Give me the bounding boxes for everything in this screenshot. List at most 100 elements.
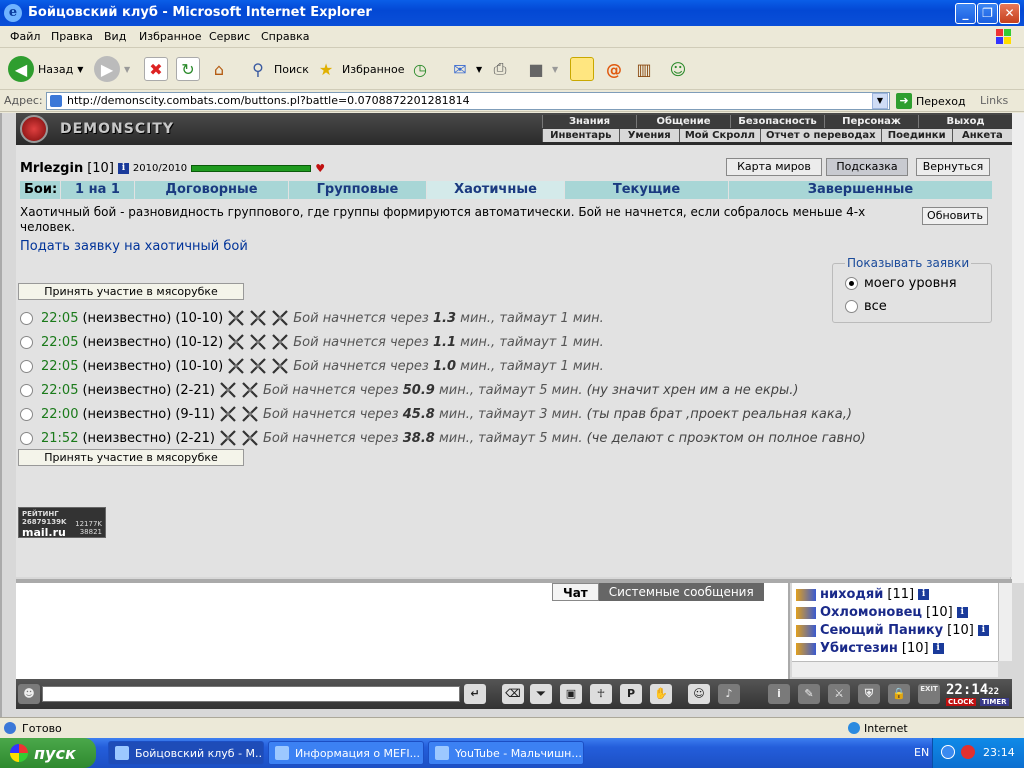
bout-radio[interactable]: [20, 335, 33, 349]
menu-view[interactable]: Вид: [104, 30, 126, 43]
userlist-hscrollbar[interactable]: [792, 661, 998, 677]
option-all[interactable]: все: [845, 299, 887, 314]
player-nick[interactable]: Mrlezgin: [20, 161, 83, 176]
home-button[interactable]: ⌂: [207, 55, 231, 83]
tab-current[interactable]: Текущие: [564, 181, 728, 199]
join-meatgrinder-button-top[interactable]: Принять участие в мясорубке: [18, 283, 244, 300]
user-name[interactable]: Сеющий Панику: [820, 623, 943, 638]
nav-inventory[interactable]: Инвентарь: [542, 129, 619, 142]
user-action-icon[interactable]: [796, 588, 816, 601]
favorites-button[interactable]: ★ Избранное: [314, 55, 405, 83]
exit-icon[interactable]: EXIT: [918, 684, 940, 704]
translit-icon[interactable]: P: [620, 684, 642, 704]
refresh-list-button[interactable]: Обновить: [922, 207, 988, 225]
search-button[interactable]: ⚲ Поиск: [246, 55, 309, 83]
menu-favorites[interactable]: Избранное: [139, 30, 201, 43]
messenger-button[interactable]: ☺: [666, 55, 690, 83]
minimize-button[interactable]: _: [955, 3, 976, 24]
history-button[interactable]: ◷: [408, 55, 432, 83]
tab-finished[interactable]: Завершенные: [728, 181, 992, 199]
userlist-vscrollbar[interactable]: [998, 583, 1012, 661]
return-button[interactable]: Вернуться: [916, 158, 990, 176]
nav-security[interactable]: Безопасность: [730, 115, 824, 128]
user-action-icon[interactable]: [796, 642, 816, 655]
world-map-button[interactable]: Карта миров: [726, 158, 822, 176]
back-button[interactable]: ◀ Назад ▼: [8, 55, 83, 83]
tray-back-icon[interactable]: [941, 745, 955, 759]
online-user[interactable]: Сеющий Панику [10] i: [796, 623, 989, 638]
radio-my-level[interactable]: [845, 277, 858, 290]
tab-one-on-one[interactable]: 1 на 1: [60, 181, 134, 199]
join-meatgrinder-button-bottom[interactable]: Принять участие в мясорубке: [18, 449, 244, 466]
nav-character[interactable]: Персонаж: [824, 115, 918, 128]
nav-exit[interactable]: Выход: [918, 115, 1012, 128]
user-action-icon[interactable]: [796, 606, 816, 619]
nav-skills[interactable]: Умения: [618, 129, 679, 142]
mail-button[interactable]: ✉ ▼: [448, 55, 482, 83]
bout-radio[interactable]: [20, 383, 33, 397]
clock-label[interactable]: CLOCK: [946, 698, 976, 706]
start-button[interactable]: пуск: [0, 738, 96, 768]
hint-button[interactable]: Подсказка: [826, 158, 908, 176]
radio-all[interactable]: [845, 300, 858, 313]
address-dropdown[interactable]: ▼: [872, 93, 888, 109]
user-action-icon[interactable]: [796, 624, 816, 637]
print-button[interactable]: ⎙: [488, 55, 512, 83]
stop-button[interactable]: ✖: [144, 55, 168, 83]
tab-system-messages[interactable]: Системные сообщения: [598, 583, 764, 601]
nav-fights[interactable]: Поединки: [880, 129, 952, 142]
vertical-scrollbar[interactable]: [1010, 113, 1024, 583]
filter-icon[interactable]: ⏷: [530, 684, 552, 704]
mailru-rating-counter[interactable]: РЕЙТИНГ 26879139K mail.ru 12177K 38821: [18, 507, 106, 539]
info-icon[interactable]: i: [918, 589, 930, 600]
nav-profile[interactable]: Анкета: [951, 129, 1012, 142]
user-name[interactable]: ниходяй: [820, 587, 883, 602]
online-user[interactable]: ниходяй [11] i: [796, 587, 930, 602]
apply-chaotic-link[interactable]: Подать заявку на хаотичный бой: [20, 239, 248, 254]
clear-icon[interactable]: ⌫: [502, 684, 524, 704]
language-indicator[interactable]: EN: [914, 746, 929, 759]
scroll-icon[interactable]: ✎: [798, 684, 820, 704]
nav-transfer-report[interactable]: Отчет о переводах: [759, 129, 881, 142]
save-chat-icon[interactable]: ▣: [560, 684, 582, 704]
user-name[interactable]: Охломоновец: [820, 605, 922, 620]
refresh-button[interactable]: ↻: [176, 55, 200, 83]
shield-icon[interactable]: ⛨: [858, 684, 880, 704]
forward-button[interactable]: ▶ ▼: [94, 55, 130, 83]
nav-communication[interactable]: Общение: [636, 115, 730, 128]
timer-label[interactable]: TIMER: [980, 698, 1009, 706]
task-youtube[interactable]: YouTube - Мальчишн...: [428, 741, 584, 765]
tab-chat[interactable]: Чат: [552, 583, 599, 601]
links-toolbar[interactable]: Links: [980, 94, 1008, 107]
tab-contract[interactable]: Договорные: [134, 181, 288, 199]
info-button-icon[interactable]: i: [768, 684, 790, 704]
restore-button[interactable]: ❐: [977, 3, 998, 24]
tray-at-icon[interactable]: [961, 745, 975, 759]
bout-radio[interactable]: [20, 359, 33, 373]
edit-button[interactable]: ■ ▼: [524, 55, 558, 83]
menu-edit[interactable]: Правка: [51, 30, 93, 43]
online-user[interactable]: Убистезин [10] i: [796, 641, 944, 656]
send-icon[interactable]: ↵: [464, 684, 486, 704]
info-icon[interactable]: i: [956, 607, 968, 618]
info-icon[interactable]: i: [932, 643, 944, 654]
research-button[interactable]: ▥: [632, 55, 656, 83]
chat-window[interactable]: Чат Системные сообщения: [16, 583, 790, 679]
tab-chaotic[interactable]: Хаотичные: [426, 181, 564, 199]
tab-group[interactable]: Групповые: [288, 181, 426, 199]
info-icon[interactable]: i: [117, 163, 129, 174]
hand-icon[interactable]: ✋: [650, 684, 672, 704]
nav-knowledge[interactable]: Знания: [542, 115, 636, 128]
smiley-icon[interactable]: ☺: [688, 684, 710, 704]
combat-icon[interactable]: ⚔: [828, 684, 850, 704]
menu-file[interactable]: Файл: [10, 30, 40, 43]
menu-tools[interactable]: Сервис: [209, 30, 250, 43]
fighter-icon[interactable]: ☥: [590, 684, 612, 704]
go-button[interactable]: ➜ Переход: [896, 93, 966, 109]
close-button[interactable]: ✕: [999, 3, 1020, 24]
nav-my-scroll[interactable]: Мой Скролл: [678, 129, 760, 142]
task-fight-club[interactable]: Бойцовский клуб - M...: [108, 741, 264, 765]
task-mefi-info[interactable]: Информация о MEFI...: [268, 741, 424, 765]
smile-head-icon[interactable]: ☻: [18, 684, 40, 704]
lock-icon[interactable]: 🔒: [888, 684, 910, 704]
